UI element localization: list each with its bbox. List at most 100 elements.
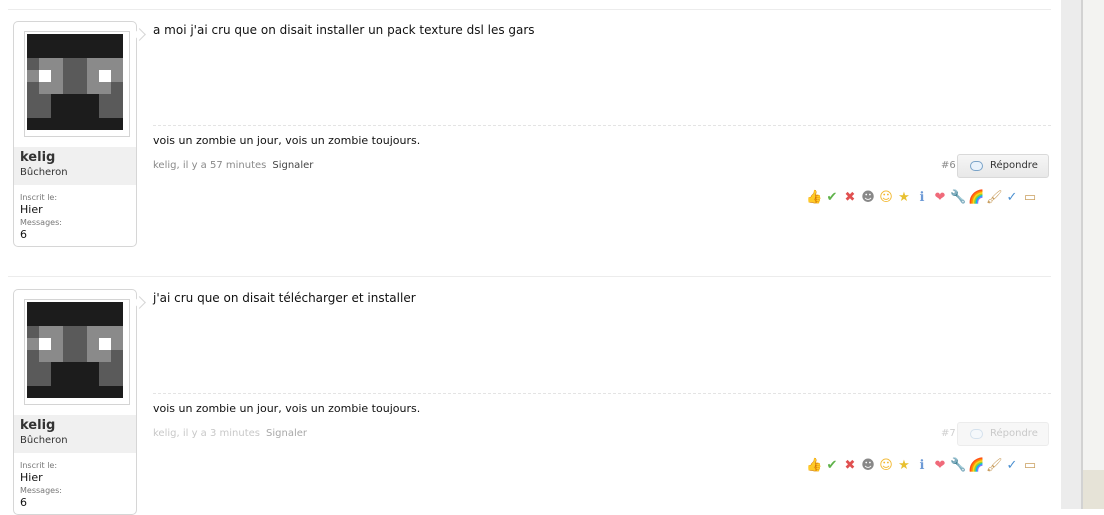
avatar-pixel [75, 34, 87, 46]
reply-button-label: Répondre [990, 428, 1038, 439]
avatar-pixel [99, 82, 111, 94]
troll-face-icon[interactable]: ☻ [860, 190, 876, 206]
avatar-pixel [111, 70, 123, 82]
avatar-pixel [39, 118, 51, 130]
post-number-link[interactable]: #7 [941, 428, 956, 439]
avatar-pixel [99, 314, 111, 326]
username-link[interactable]: kelig [20, 418, 55, 433]
avatar-pixel [63, 314, 75, 326]
checkmark-icon[interactable]: ✔ [824, 190, 840, 206]
avatar-pixel [63, 326, 75, 338]
page-right-gutter [1061, 0, 1104, 509]
post-separator [8, 276, 1051, 277]
reply-button[interactable]: Répondre [957, 154, 1049, 178]
report-link[interactable]: Signaler [266, 428, 307, 439]
troll-face-icon[interactable]: ☻ [860, 458, 876, 474]
x-icon[interactable]: ✖ [842, 190, 858, 206]
smiley-icon[interactable]: ☺ [878, 190, 894, 206]
avatar-pixel [75, 350, 87, 362]
wrench-icon[interactable]: 🔧 [950, 458, 966, 474]
avatar-pixel [27, 34, 39, 46]
avatar-pixel [27, 302, 39, 314]
info-icon[interactable]: ℹ [914, 190, 930, 206]
avatar-pixel [51, 118, 63, 130]
avatar-pixel [51, 338, 63, 350]
messages-value: 6 [20, 228, 27, 241]
avatar-pixel [75, 58, 87, 70]
joined-value: Hier [20, 471, 43, 484]
rainbow-icon[interactable]: 🌈 [968, 458, 984, 474]
avatar-pixel [51, 362, 63, 374]
info-icon[interactable]: ℹ [914, 458, 930, 474]
avatar-pixel [51, 350, 63, 362]
avatar-pixel [99, 302, 111, 314]
user-card: kelig Bûcheron Inscrit le: Hier Messages… [13, 289, 146, 515]
avatar-pixel [111, 350, 123, 362]
avatar-pixel [87, 118, 99, 130]
paintbrush-icon[interactable]: 🖌 [986, 458, 1003, 474]
reply-button[interactable]: Répondre [957, 422, 1049, 446]
box-icon[interactable]: ▭ [1022, 458, 1038, 474]
thumbs-up-icon[interactable]: 👍 [806, 190, 822, 206]
box-icon[interactable]: ▭ [1022, 190, 1038, 206]
avatar-pixel [51, 82, 63, 94]
avatar-pixel [99, 94, 111, 106]
smiley-icon[interactable]: ☺ [878, 458, 894, 474]
user-rank: Bûcheron [20, 167, 68, 178]
post-number-link[interactable]: #6 [941, 160, 956, 171]
messages-label: Messages: [20, 486, 62, 495]
post-separator [8, 9, 1051, 10]
avatar-pixel [99, 374, 111, 386]
avatar[interactable] [24, 31, 130, 137]
heart-icon[interactable]: ❤ [932, 190, 948, 206]
post-info: kelig, il y a 57 minutes Signaler [153, 160, 313, 171]
avatar-pixel [87, 362, 99, 374]
avatar-pixel [111, 94, 123, 106]
speech-bubble-icon [970, 161, 983, 171]
avatar-pixel [75, 338, 87, 350]
heart-icon[interactable]: ❤ [932, 458, 948, 474]
joined-label: Inscrit le: [20, 461, 58, 470]
avatar-pixel [87, 338, 99, 350]
avatar-pixel [63, 374, 75, 386]
thumbs-up-icon[interactable]: 👍 [806, 458, 822, 474]
checkmark-icon[interactable]: ✔ [824, 458, 840, 474]
rainbow-icon[interactable]: 🌈 [968, 190, 984, 206]
avatar-pixel [99, 70, 111, 82]
avatar-pixel [51, 46, 63, 58]
avatar-pixel [87, 386, 99, 398]
award-icon[interactable]: ★ [896, 458, 912, 474]
avatar-pixel [75, 118, 87, 130]
avatar-pixel [75, 302, 87, 314]
report-link[interactable]: Signaler [272, 160, 313, 171]
avatar-pixel [51, 106, 63, 118]
avatar-pixel [27, 58, 39, 70]
x-icon[interactable]: ✖ [842, 458, 858, 474]
spellcheck-icon[interactable]: ✓ [1004, 190, 1020, 206]
avatar-pixel [99, 362, 111, 374]
avatar-pixel [39, 46, 51, 58]
avatar-pixel [39, 302, 51, 314]
avatar-pixel [111, 338, 123, 350]
spellcheck-icon[interactable]: ✓ [1004, 458, 1020, 474]
paintbrush-icon[interactable]: 🖌 [986, 190, 1003, 206]
wrench-icon[interactable]: 🔧 [950, 190, 966, 206]
speech-bubble-icon [970, 429, 983, 439]
award-icon[interactable]: ★ [896, 190, 912, 206]
avatar-pixel [63, 118, 75, 130]
avatar-pixel [99, 106, 111, 118]
avatar-pixel [39, 94, 51, 106]
gutter-bar [1083, 0, 1104, 509]
avatar-pixel [87, 58, 99, 70]
avatar-pixel [111, 58, 123, 70]
avatar-pixel [51, 314, 63, 326]
avatar[interactable] [24, 299, 130, 405]
username-link[interactable]: kelig [20, 150, 55, 165]
avatar-pixel [39, 338, 51, 350]
avatar-pixel [27, 362, 39, 374]
avatar-pixel [27, 70, 39, 82]
messages-label: Messages: [20, 218, 62, 227]
avatar-pixel [51, 70, 63, 82]
avatar-pixel [75, 106, 87, 118]
avatar-pixel [63, 34, 75, 46]
